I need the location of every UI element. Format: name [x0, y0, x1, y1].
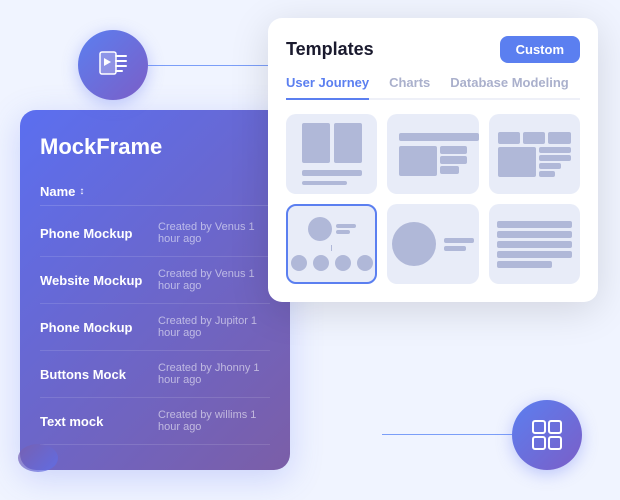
panel-title: MockFrame	[40, 134, 270, 160]
list-item[interactable]: Phone Mockup Created by Jupitor 1 hour a…	[40, 304, 270, 351]
popup-tabs: User Journey Charts Database Modeling	[286, 75, 580, 100]
grid-layout-icon	[530, 418, 564, 452]
item-meta-2: Created by Venus 1 hour ago	[158, 268, 270, 292]
list-header-name: Name	[40, 184, 75, 199]
dashboard-wireframe	[492, 126, 577, 183]
list-header: Name ↕	[40, 178, 270, 206]
tab-charts[interactable]: Charts	[389, 75, 430, 100]
play-list-icon	[96, 48, 130, 82]
list-item[interactable]: Text mock Created by willims 1 hour ago	[40, 398, 270, 445]
item-meta-5: Created by willims 1 hour ago	[158, 409, 270, 433]
template-card-1[interactable]	[286, 114, 377, 194]
lines-wireframe	[491, 215, 578, 274]
popup-title: Templates	[286, 39, 374, 60]
item-meta-3: Created by Jupitor 1 hour ago	[158, 315, 270, 339]
templates-grid	[286, 114, 580, 284]
popup-header: Templates Custom	[286, 36, 580, 63]
item-meta-1: Created by Venus 1 hour ago	[158, 221, 270, 245]
template-card-2[interactable]	[387, 114, 478, 194]
circle-mockup-wireframe	[387, 214, 478, 274]
templates-popup: Templates Custom User Journey Charts Dat…	[268, 18, 598, 302]
item-name-5: Text mock	[40, 414, 150, 429]
top-icon-circle	[78, 30, 148, 100]
decorative-blob	[18, 444, 58, 472]
list-item[interactable]: Website Mockup Created by Venus 1 hour a…	[40, 257, 270, 304]
mockframe-panel: MockFrame Name ↕ Phone Mockup Created by…	[20, 110, 290, 470]
desktop-wireframe	[393, 127, 473, 182]
bottom-icon-circle	[512, 400, 582, 470]
item-name-1: Phone Mockup	[40, 226, 150, 241]
list-item[interactable]: Phone Mockup Created by Venus 1 hour ago	[40, 210, 270, 257]
template-card-4[interactable]	[286, 204, 377, 284]
template-card-3[interactable]	[489, 114, 580, 194]
tab-database-modeling[interactable]: Database Modeling	[450, 75, 568, 100]
custom-button[interactable]: Custom	[500, 36, 580, 63]
sort-icon[interactable]: ↕	[79, 186, 84, 197]
item-name-3: Phone Mockup	[40, 320, 150, 335]
item-name-2: Website Mockup	[40, 273, 150, 288]
mobile-wireframe	[296, 117, 368, 191]
tab-user-journey[interactable]: User Journey	[286, 75, 369, 100]
item-meta-4: Created by Jhonny 1 hour ago	[158, 362, 270, 386]
org-chart-wireframe	[286, 211, 377, 277]
template-card-6[interactable]	[489, 204, 580, 284]
item-name-4: Buttons Mock	[40, 367, 150, 382]
list-item[interactable]: Buttons Mock Created by Jhonny 1 hour ag…	[40, 351, 270, 398]
connector-line-bottom	[382, 434, 512, 435]
connector-line-top	[148, 65, 288, 66]
template-card-5[interactable]	[387, 204, 478, 284]
